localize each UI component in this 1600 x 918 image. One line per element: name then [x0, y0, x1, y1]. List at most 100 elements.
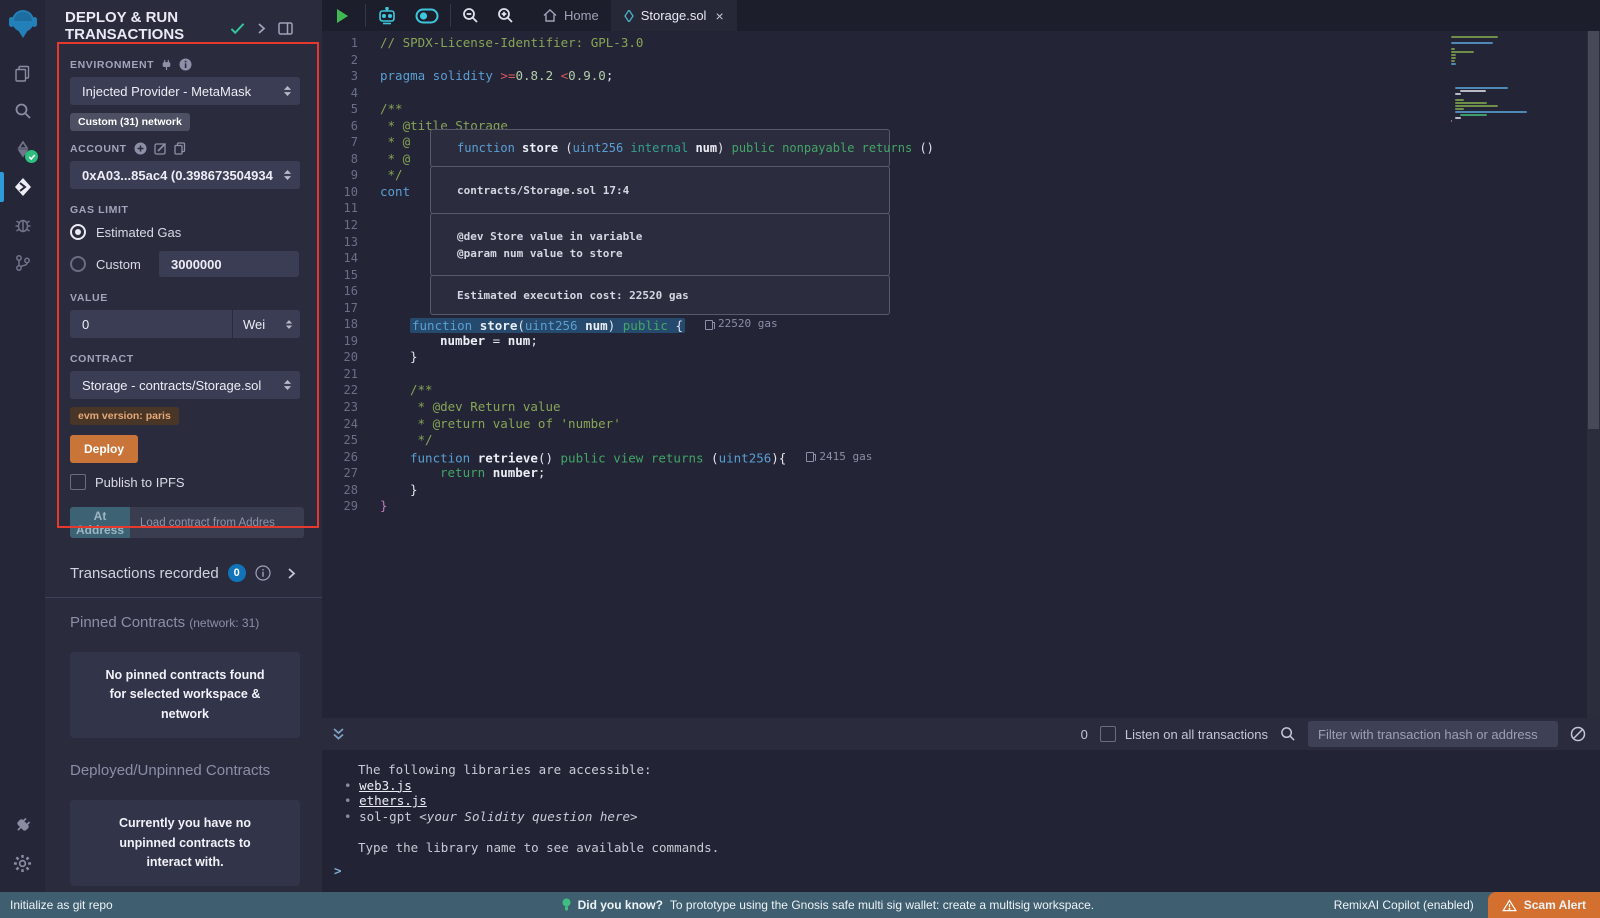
- code-line[interactable]: 20}: [322, 349, 1600, 366]
- line-number[interactable]: 25: [322, 432, 374, 449]
- close-tab-icon[interactable]: ×: [715, 8, 723, 24]
- git-icon[interactable]: [0, 244, 45, 282]
- terminal-library-link[interactable]: ethers.js: [359, 793, 427, 808]
- line-number[interactable]: 16: [322, 283, 374, 300]
- code-line[interactable]: 3pragma solidity >=0.8.2 <0.9.0;: [322, 68, 1600, 85]
- line-number[interactable]: 6: [322, 118, 374, 135]
- solidity-compiler-icon[interactable]: [0, 130, 45, 168]
- line-number[interactable]: 5: [322, 101, 374, 118]
- code-editor[interactable]: 1// SPDX-License-Identifier: GPL-3.023pr…: [322, 31, 1600, 718]
- line-number[interactable]: 14: [322, 250, 374, 267]
- line-number[interactable]: 24: [322, 416, 374, 433]
- copilot-status[interactable]: RemixAI Copilot (enabled): [1334, 898, 1474, 912]
- remix-logo-icon[interactable]: [8, 8, 38, 40]
- settings-icon[interactable]: [0, 844, 45, 882]
- expand-terminal-icon[interactable]: [322, 727, 345, 741]
- plugin-manager-icon[interactable]: [0, 806, 45, 844]
- code-line[interactable]: 28}: [322, 482, 1600, 499]
- line-number[interactable]: 1: [322, 35, 374, 52]
- terminal-output[interactable]: The following libraries are accessible:•…: [322, 750, 1600, 892]
- code-line[interactable]: 22/**: [322, 382, 1600, 399]
- account-select[interactable]: 0xA03...85ac4 (0.398673504934: [70, 161, 300, 189]
- line-number[interactable]: 13: [322, 234, 374, 251]
- clear-console-icon[interactable]: [1570, 726, 1586, 742]
- line-number[interactable]: 9: [322, 167, 374, 184]
- copy-account-icon[interactable]: [174, 142, 186, 155]
- publish-ipfs-checkbox[interactable]: [70, 474, 86, 490]
- plug-small-icon[interactable]: [161, 59, 172, 71]
- code-line[interactable]: 26function retrieve() public view return…: [322, 449, 1600, 466]
- line-number[interactable]: 11: [322, 200, 374, 217]
- line-number[interactable]: 7: [322, 134, 374, 151]
- code-line[interactable]: 18function store(uint256 num) public {22…: [322, 316, 1600, 333]
- line-number[interactable]: 29: [322, 498, 374, 515]
- sign-message-icon[interactable]: [154, 142, 167, 155]
- code-line[interactable]: 1// SPDX-License-Identifier: GPL-3.0: [322, 35, 1600, 52]
- terminal-prompt[interactable]: >: [334, 863, 342, 878]
- code-line[interactable]: 5/**: [322, 101, 1600, 118]
- code-line[interactable]: 27return number;: [322, 465, 1600, 482]
- code-line[interactable]: 2: [322, 52, 1600, 69]
- value-input[interactable]: [70, 310, 232, 338]
- tab-storage-sol[interactable]: Storage.sol ×: [612, 0, 737, 31]
- code-line[interactable]: 23 * @dev Return value: [322, 399, 1600, 416]
- deploy-button[interactable]: Deploy: [70, 435, 138, 463]
- line-number[interactable]: 27: [322, 465, 374, 482]
- ai-copilot-icon[interactable]: [368, 0, 406, 31]
- zoom-out-icon[interactable]: [453, 0, 488, 31]
- zoom-in-icon[interactable]: [488, 0, 523, 31]
- add-account-icon[interactable]: [134, 142, 147, 155]
- copilot-toggle[interactable]: [406, 0, 448, 31]
- line-number[interactable]: 8: [322, 151, 374, 168]
- run-script-button[interactable]: [322, 0, 363, 31]
- terminal-library-link[interactable]: web3.js: [359, 778, 412, 793]
- value-unit-select[interactable]: Wei: [233, 310, 300, 338]
- search-icon[interactable]: [0, 92, 45, 130]
- line-number[interactable]: 3: [322, 68, 374, 85]
- code-line[interactable]: 19number = num;: [322, 333, 1600, 350]
- line-number[interactable]: 10: [322, 184, 374, 201]
- at-address-input[interactable]: [130, 507, 304, 538]
- line-number[interactable]: 26: [322, 449, 374, 466]
- transactions-info-icon[interactable]: [255, 565, 271, 581]
- code-line[interactable]: 4: [322, 85, 1600, 102]
- scrollbar-thumb[interactable]: [1588, 31, 1599, 429]
- environment-info-icon[interactable]: [179, 58, 192, 71]
- deploy-and-run-icon[interactable]: [0, 168, 45, 206]
- transaction-filter-input[interactable]: [1308, 721, 1558, 747]
- environment-select[interactable]: Injected Provider - MetaMask: [70, 77, 300, 105]
- line-number[interactable]: 12: [322, 217, 374, 234]
- at-address-button[interactable]: At Address: [70, 507, 130, 538]
- collapse-chevron-icon[interactable]: [257, 22, 266, 35]
- line-number[interactable]: 20: [322, 349, 374, 366]
- scam-alert-button[interactable]: Scam Alert: [1488, 892, 1600, 918]
- line-number[interactable]: 2: [322, 52, 374, 69]
- line-number[interactable]: 21: [322, 366, 374, 383]
- line-number[interactable]: 23: [322, 399, 374, 416]
- file-explorer-icon[interactable]: [0, 54, 45, 92]
- contract-select[interactable]: Storage - contracts/Storage.sol: [70, 371, 300, 399]
- custom-gas-radio[interactable]: [70, 256, 86, 272]
- editor-scrollbar[interactable]: [1587, 31, 1600, 718]
- line-number[interactable]: 17: [322, 300, 374, 317]
- line-number[interactable]: 18: [322, 316, 374, 333]
- estimated-gas-radio[interactable]: [70, 224, 86, 240]
- code-line[interactable]: 25 */: [322, 432, 1600, 449]
- line-number[interactable]: 15: [322, 267, 374, 284]
- transactions-expand-icon[interactable]: [287, 567, 296, 580]
- line-number[interactable]: 4: [322, 85, 374, 102]
- custom-gas-input[interactable]: [159, 251, 299, 277]
- terminal-search-icon[interactable]: [1280, 726, 1296, 742]
- pin-panel-icon[interactable]: [278, 22, 293, 35]
- listen-all-checkbox[interactable]: [1100, 726, 1116, 742]
- line-number[interactable]: 28: [322, 482, 374, 499]
- line-number[interactable]: 19: [322, 333, 374, 350]
- debugger-icon[interactable]: [0, 206, 45, 244]
- code-line[interactable]: 21: [322, 366, 1600, 383]
- init-git-button[interactable]: Initialize as git repo: [0, 898, 322, 912]
- line-number[interactable]: 22: [322, 382, 374, 399]
- minimap[interactable]: [1447, 34, 1532, 125]
- code-line[interactable]: 24 * @return value of 'number': [322, 416, 1600, 433]
- code-line[interactable]: 29}: [322, 498, 1600, 515]
- tab-home[interactable]: Home: [531, 0, 612, 31]
